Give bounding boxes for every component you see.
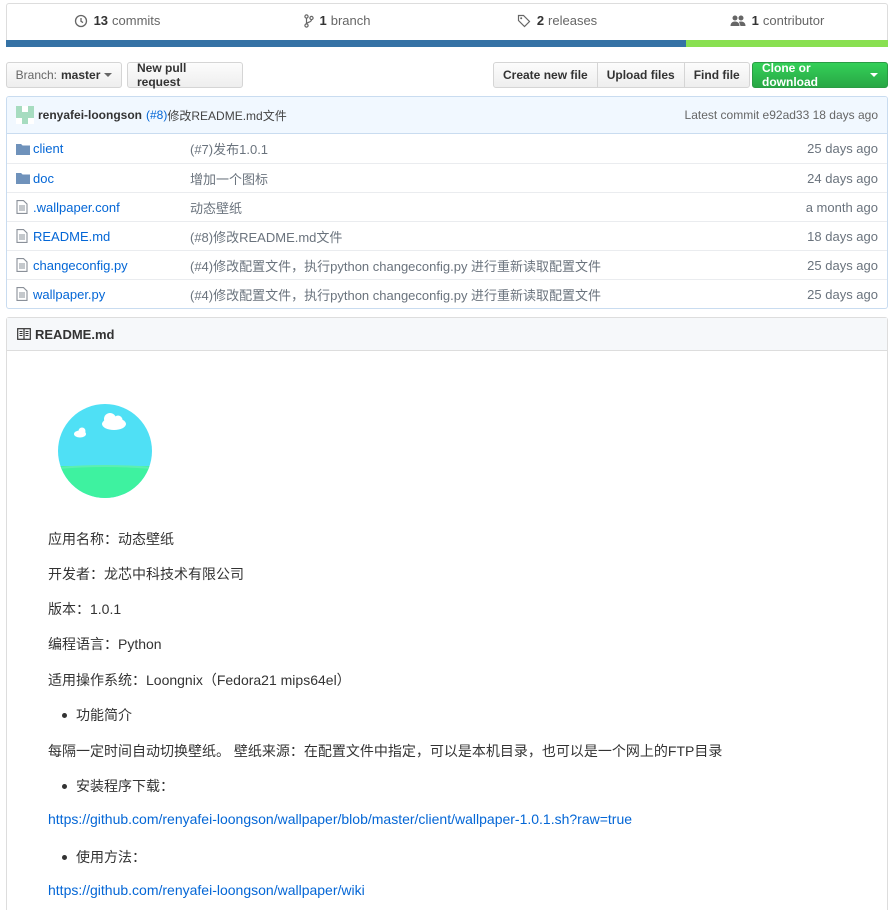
commits-count: 13 [93,13,109,28]
file-age: 18 days ago [807,228,878,244]
clone-or-download-button[interactable]: Clone or download [752,61,888,89]
file-type-icon [16,287,30,301]
file-type-icon [16,258,30,272]
file-age: 25 days ago [807,286,878,302]
usage-link[interactable]: https://github.com/renyafei-loongson/wal… [48,882,365,898]
table-row[interactable]: .wallpaper.conf 动态壁纸 a month ago [7,192,887,221]
tag-icon [517,14,531,27]
file-icon [16,258,28,272]
folder-icon [16,143,30,155]
commits-label: commits [112,13,161,28]
find-file-button[interactable]: Find file [683,62,750,88]
avatar[interactable] [16,106,34,124]
releases-count: 2 [536,13,545,28]
file-age: a month ago [805,199,878,215]
git-branch-icon [303,13,314,28]
language-bar-shell [686,40,888,47]
table-row[interactable]: README.md (#8)修改README.md文件 18 days ago [7,221,887,250]
people-icon [730,15,746,26]
folder-icon [16,173,30,184]
latest-commit[interactable]: Latest commit e92ad33 18 days ago [685,108,878,122]
file-commit-message[interactable]: (#4)修改配置文件，执行python changeconfig.py 进行重新… [190,256,767,275]
file-commit-message[interactable]: (#4)修改配置文件，执行python changeconfig.py 进行重新… [190,285,767,304]
releases-label: releases [548,13,598,28]
branch-prefix: Branch: [15,68,57,82]
table-row[interactable]: changeconfig.py (#4)修改配置文件，执行python chang… [7,250,887,279]
app-logo [58,404,152,498]
readme-panel: README.md 应用名称：动态壁纸 开发者：龙芯中科技术有限公司 版本：1.… [6,317,888,910]
contributors-label: contributor [762,13,825,28]
file-name-link[interactable]: wallpaper.py [33,287,190,302]
file-list: client (#7)发布1.0.1 25 days ago doc 增加一个图标 24 … [7,134,887,308]
branches-label: branch [330,13,371,28]
language-bar-python [6,40,686,47]
file-commit-message[interactable]: (#8)修改README.md文件 [190,227,767,246]
readme-language: 编程语言：Python [48,636,162,652]
file-icon [16,200,28,214]
book-icon [17,328,31,340]
readme-developer: 开发者：龙芯中科技术有限公司 [48,566,244,582]
file-icon [16,229,28,243]
file-name-link[interactable]: doc [33,171,190,186]
branch-name: master [61,68,101,82]
file-type-icon [16,200,30,214]
file-age: 25 days ago [807,141,878,156]
readme-bullet-download: 安装程序下载： [62,776,174,796]
file-name-link[interactable]: .wallpaper.conf [33,200,190,215]
commit-tease: renyafei-loongson (#8) 修改README.md文件 Lat… [7,97,887,134]
readme-bullet-usage: 使用方法： [62,847,146,867]
new-pull-request-button[interactable]: New pull request [127,61,243,89]
create-new-file-button[interactable]: Create new file [493,62,598,88]
readme-os: 适用操作系统：Loongnix（Fedora21 mips64el） [48,672,351,688]
commit-author[interactable]: renyafei-loongson [38,108,142,122]
download-link[interactable]: https://github.com/renyafei-loongson/wal… [48,811,632,827]
language-bar[interactable] [6,40,888,47]
file-commit-message[interactable]: 动态壁纸 [190,198,767,217]
commit-message[interactable]: 修改README.md文件 [167,107,286,124]
file-navigation: renyafei-loongson (#8) 修改README.md文件 Lat… [6,96,888,309]
readme-version: 版本：1.0.1 [48,601,122,617]
branch-select-button[interactable]: Branch: master [6,62,122,88]
history-icon [74,14,87,27]
readme-title: README.md [35,326,115,342]
file-type-icon [16,229,30,243]
readme-app-name: 应用名称：动态壁纸 [48,531,174,547]
caret-down-icon [870,73,878,77]
upload-files-button[interactable]: Upload files [596,62,685,88]
file-commit-message[interactable]: (#7)发布1.0.1 [190,139,767,158]
branches-count: 1 [319,13,327,28]
file-name-link[interactable]: README.md [33,229,190,244]
file-icon [16,287,28,301]
file-commit-message[interactable]: 增加一个图标 [190,169,767,188]
readme-bullet-intro: 功能简介 [62,705,132,725]
file-type-icon [16,172,30,184]
file-age: 24 days ago [807,170,878,186]
file-age: 25 days ago [807,257,878,273]
file-actions-group: Create new file Upload files Find file [493,62,750,88]
file-type-icon [16,143,30,155]
file-name-link[interactable]: client [33,141,190,156]
commit-number-link[interactable]: (#8) [146,108,167,122]
table-row[interactable]: doc 增加一个图标 24 days ago [7,163,887,192]
readme-intro-text: 每隔一定时间自动切换壁纸。 壁纸来源：在配置文件中指定，可以是本机目录，也可以是… [48,743,723,759]
file-name-link[interactable]: changeconfig.py [33,258,190,273]
readme-header: README.md [7,318,887,351]
contributors-count: 1 [751,13,759,28]
table-row[interactable]: wallpaper.py (#4)修改配置文件，执行python changeco… [7,279,887,308]
table-row[interactable]: client (#7)发布1.0.1 25 days ago [7,134,887,163]
caret-down-icon [104,73,113,77]
clone-label: Clone or download [762,61,818,89]
